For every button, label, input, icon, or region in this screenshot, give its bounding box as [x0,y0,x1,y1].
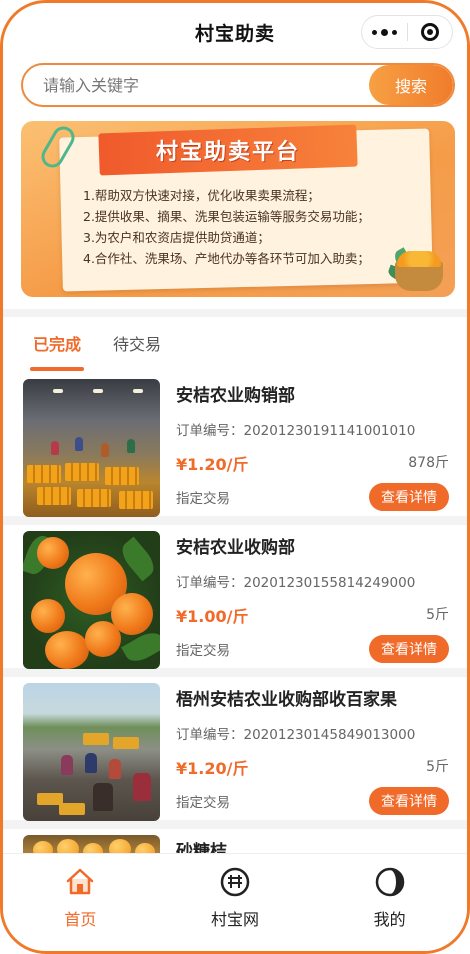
order-card[interactable]: 安桔农业购销部 订单编号：20201230191141001010 ¥1.20/… [3,373,467,517]
nav-label: 我的 [373,910,406,929]
search-area: 搜索 [3,61,467,113]
nav-bar: 村宝助卖 [3,3,467,61]
order-name: 安桔农业购销部 [176,386,295,406]
order-price: ¥1.20/斤 [176,759,249,778]
fruit-basket-icon [395,251,443,291]
order-card[interactable]: 安桔农业收购部 订单编号：20201230155814249000 ¥1.00/… [3,525,467,669]
promo-banner[interactable]: 村宝助卖平台 1.帮助双方快速对接，优化收果卖果流程； 2.提供收果、摘果、洗果… [21,121,455,297]
nav-cunbao-web[interactable]: 村宝网 [158,860,313,951]
banner-ribbon: 村宝助卖平台 [98,124,358,176]
order-price: ¥1.20/斤 [176,455,249,474]
order-price: ¥1.00/斤 [176,607,249,626]
trade-type: 指定交易 [176,491,230,507]
banner-line: 1.帮助双方快速对接，优化收果卖果流程； [83,188,320,203]
banner-heading: 村宝助卖平台 [155,140,300,166]
tab-pending[interactable]: 待交易 [113,331,161,359]
order-name: 安桔农业收购部 [176,538,295,558]
home-icon [62,864,98,900]
cunbao-web-icon [217,864,253,900]
order-name: 梧州安桔农业收购部收百家果 [176,690,397,710]
target-close-icon[interactable] [408,23,452,41]
more-dots-icon[interactable] [362,28,407,36]
banner-line: 2.提供收果、摘果、洗果包装运输等服务交易功能； [83,209,370,224]
banner-list: 1.帮助双方快速对接，优化收果卖果流程； 2.提供收果、摘果、洗果包装运输等服务… [83,185,370,269]
nav-label: 村宝网 [211,910,260,929]
page-title: 村宝助卖 [194,22,275,45]
trade-type: 指定交易 [176,643,230,659]
banner-line: 4.合作社、洗果场、产地代办等各环节可加入助卖； [83,251,370,266]
nav-home[interactable]: 首页 [3,860,158,951]
order-quantity: 5斤 [426,759,449,775]
banner-area: 村宝助卖平台 1.帮助双方快速对接，优化收果卖果流程； 2.提供收果、摘果、洗果… [3,113,467,309]
search-input[interactable] [23,65,363,105]
nav-label: 首页 [64,910,97,929]
banner-line: 3.为农户和农资店提供助贷通道； [83,230,270,245]
nav-profile[interactable]: 我的 [312,860,467,951]
trade-type: 指定交易 [176,795,230,811]
order-tabs: 已完成 待交易 [3,317,467,373]
order-number: 订单编号：20201230155814249000 [176,575,416,591]
order-thumbnail [23,531,160,669]
mini-program-capsule [361,15,453,49]
bottom-nav: 首页 村宝网 我的 [3,853,467,951]
search-box: 搜索 [21,63,455,107]
view-details-button[interactable]: 查看详情 [369,787,449,815]
order-thumbnail [23,379,160,517]
view-details-button[interactable]: 查看详情 [369,483,449,511]
order-quantity: 5斤 [426,607,449,623]
order-number: 订单编号：20201230145849013000 [176,727,416,743]
search-button[interactable]: 搜索 [369,65,453,105]
profile-icon [372,864,408,900]
phone-frame: 村宝助卖 搜索 村宝助卖平台 1.帮助双方快速对接，优化收果卖果流程； 2.提供… [0,0,470,954]
tab-completed[interactable]: 已完成 [29,331,85,371]
order-card[interactable]: 梧州安桔农业收购部收百家果 订单编号：20201230145849013000 … [3,677,467,821]
view-details-button[interactable]: 查看详情 [369,635,449,663]
order-quantity: 878斤 [408,455,449,471]
order-number: 订单编号：20201230191141001010 [176,423,416,439]
order-thumbnail [23,683,160,821]
